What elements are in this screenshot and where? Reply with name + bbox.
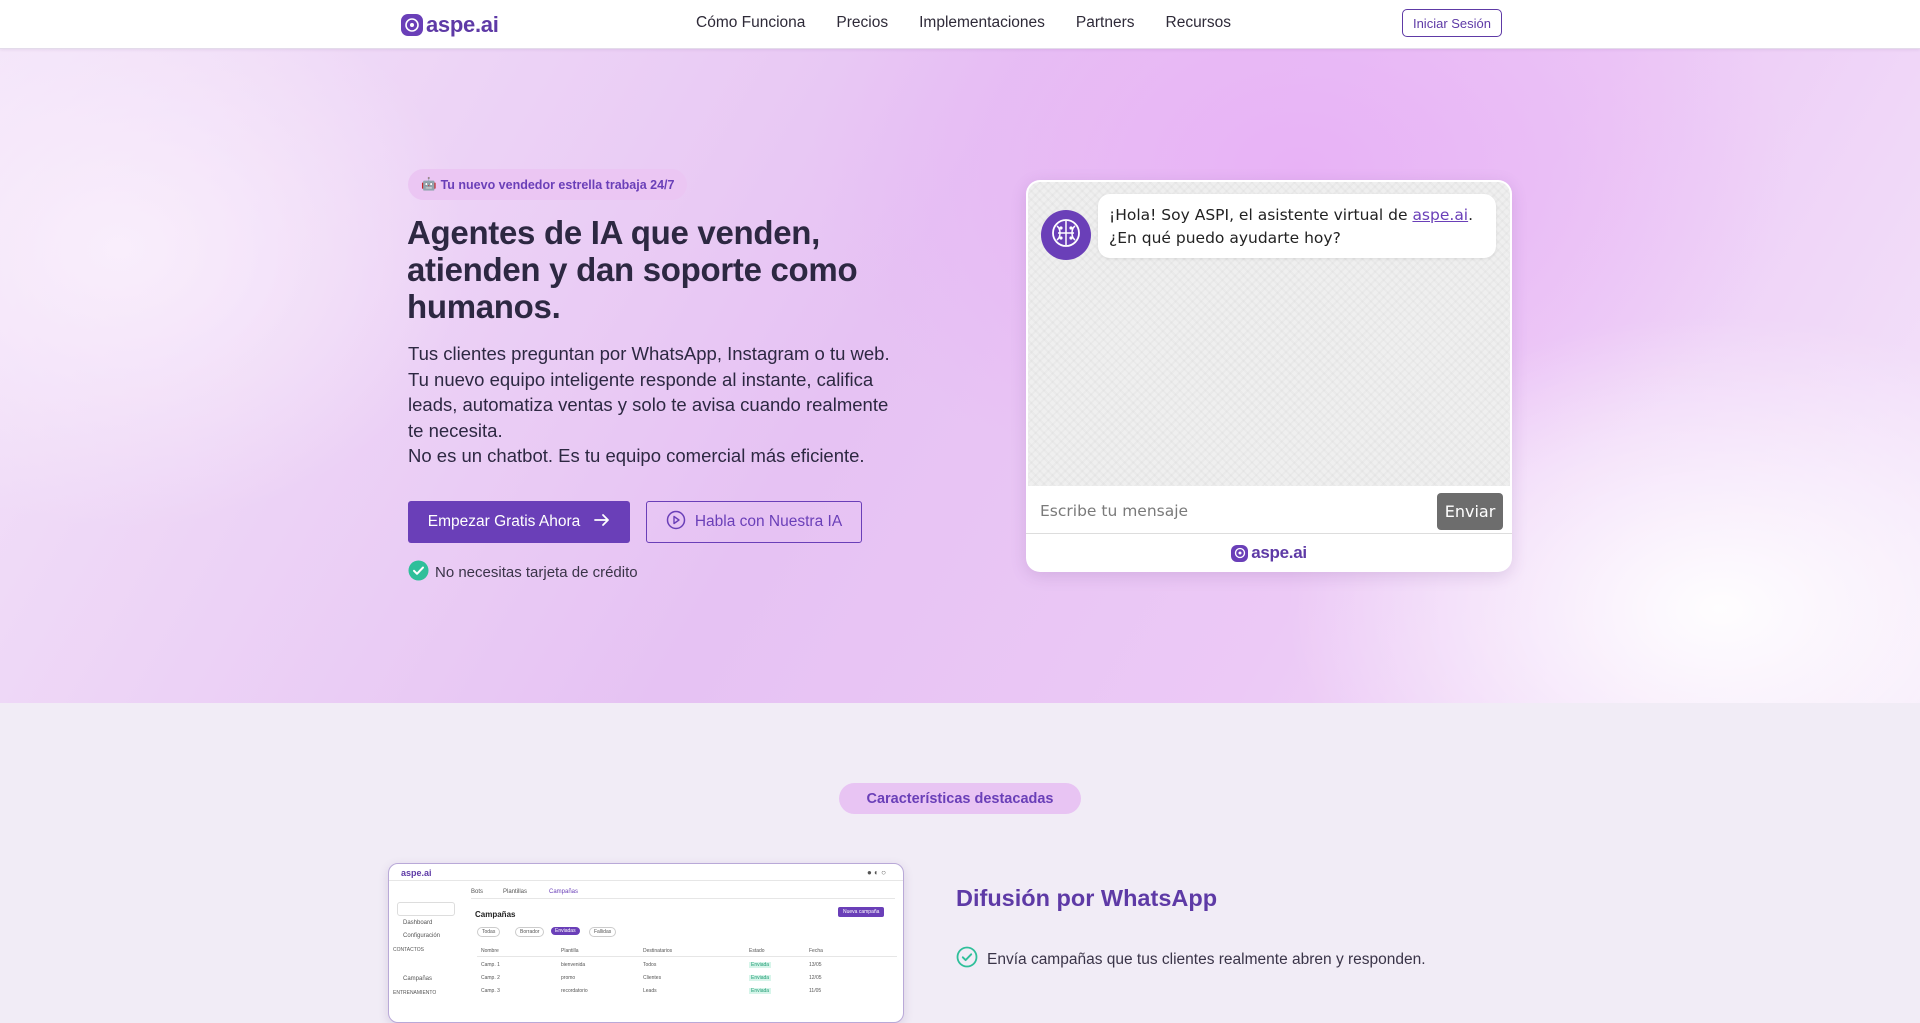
- mockup-side-item-dashboard: Dashboard: [403, 920, 433, 926]
- mockup-cell: Clientes: [643, 975, 662, 981]
- start-free-button-label: Empezar Gratis Ahora: [427, 513, 581, 530]
- brain-logo-icon: [401, 14, 423, 36]
- bot-avatar: [1041, 210, 1091, 260]
- mockup-filter-failed: Fallidas: [589, 927, 617, 937]
- mockup-tabs-divider: [471, 898, 895, 899]
- check-circle-outline-icon: [956, 946, 978, 973]
- mockup-page-title: Campañas: [475, 910, 516, 919]
- mockup-cell: 12/05: [809, 975, 822, 981]
- mockup-cell: recordatorio: [561, 988, 588, 994]
- no-card-text: No necesitas tarjeta de crédito: [435, 564, 638, 581]
- login-button[interactable]: Iniciar Sesión: [1402, 9, 1502, 37]
- mockup-cell: Camp. 2: [481, 975, 500, 981]
- talk-to-ai-button-label: Habla con Nuestra IA: [694, 513, 843, 530]
- chat-footer-logo-text: aspe.ai: [1251, 543, 1307, 562]
- start-free-button[interactable]: Empezar Gratis Ahora: [408, 501, 630, 543]
- play-circle-icon: [666, 510, 686, 535]
- mockup-table-divider: [477, 956, 897, 957]
- mockup-cell: Camp. 1: [481, 962, 500, 968]
- arrow-right-icon: [594, 513, 610, 532]
- chat-messages-area: ¡Hola! Soy ASPI, el asistente virtual de…: [1028, 182, 1510, 486]
- features-section: Características destacadas aspe.ai ● ◐ ○…: [0, 703, 1920, 1023]
- mockup-cell: Todos: [643, 962, 657, 968]
- dashboard-mockup-image: aspe.ai ● ◐ ○ Bots Plantillas Campañas D…: [388, 863, 904, 1023]
- send-button[interactable]: Enviar: [1437, 493, 1503, 530]
- nav-link-como-funciona[interactable]: Cómo Funciona: [696, 14, 805, 32]
- mockup-col-recipients: Destinatarios: [643, 948, 673, 954]
- mockup-filter-sent: Enviadas: [551, 927, 580, 935]
- hero-badge: 🤖 Tu nuevo vendedor estrella trabaja 24/…: [408, 169, 688, 200]
- hero-subtitle-line2: No es un chatbot. Es tu equipo comercial…: [408, 445, 865, 466]
- mockup-filter-draft: Borrador: [515, 927, 545, 937]
- chat-message-input[interactable]: [1038, 494, 1432, 528]
- nav-link-precios[interactable]: Precios: [836, 14, 888, 32]
- hero-title: Agentes de IA que venden, atienden y dan…: [407, 214, 858, 325]
- mockup-cell-status: Enviada: [749, 962, 772, 968]
- chat-input-row: Enviar: [1026, 486, 1512, 534]
- brain-icon: [1049, 216, 1083, 255]
- mockup-logo: aspe.ai: [401, 868, 432, 878]
- brain-logo-icon: [1231, 544, 1249, 562]
- chat-footer-logo[interactable]: aspe.ai: [1231, 543, 1307, 563]
- mockup-cell-status: Enviada: [749, 975, 772, 981]
- mockup-cell: 13/05: [809, 962, 822, 968]
- mockup-org-selector: [397, 902, 455, 916]
- no-card-note: No necesitas tarjeta de crédito: [408, 560, 638, 585]
- chat-footer: aspe.ai: [1026, 534, 1512, 572]
- bot-message-bubble: ¡Hola! Soy ASPI, el asistente virtual de…: [1098, 194, 1496, 258]
- nav-links: Cómo Funciona Precios Implementaciones P…: [696, 14, 1231, 32]
- mockup-header-divider: [389, 880, 903, 881]
- feature-title: Difusión por WhatsApp: [956, 885, 1218, 911]
- mockup-cell: bienvenida: [561, 962, 586, 968]
- bot-message-text: ¡Hola! Soy ASPI, el asistente virtual de: [1109, 206, 1413, 224]
- mockup-side-section-contacts: CONTACTOS: [393, 947, 424, 953]
- check-circle-icon: [408, 560, 429, 585]
- mockup-filter-all: Todas: [477, 927, 501, 937]
- mockup-cell: Leads: [643, 988, 657, 994]
- mockup-col-name: Nombre: [481, 948, 499, 954]
- feature-list-item: Envía campañas que tus clientes realment…: [956, 946, 1426, 973]
- mockup-side-item-config: Configuración: [403, 933, 441, 939]
- mockup-col-template: Plantilla: [561, 948, 579, 954]
- nav-link-implementaciones[interactable]: Implementaciones: [919, 14, 1045, 32]
- mockup-col-date: Fecha: [809, 948, 823, 954]
- feature-list-item-text: Envía campañas que tus clientes realment…: [987, 950, 1426, 968]
- nav-link-recursos[interactable]: Recursos: [1166, 14, 1231, 32]
- mockup-header-icons: ● ◐ ○: [867, 868, 886, 877]
- hero-section: 🤖 Tu nuevo vendedor estrella trabaja 24/…: [0, 49, 1920, 703]
- hero-subtitle-line1: Tus clientes preguntan por WhatsApp, Ins…: [408, 343, 890, 441]
- mockup-cell: Camp. 3: [481, 988, 500, 994]
- brand-logo[interactable]: aspe.ai: [401, 12, 499, 38]
- mockup-tab-campanas: Campañas: [549, 889, 579, 895]
- aspe-ai-link[interactable]: aspe.ai: [1412, 206, 1468, 224]
- mockup-col-status: Estado: [749, 948, 765, 954]
- top-navbar: aspe.ai Cómo Funciona Precios Implementa…: [0, 0, 1920, 49]
- mockup-cell: 11/05: [809, 988, 822, 994]
- nav-link-partners[interactable]: Partners: [1076, 14, 1135, 32]
- mockup-tab-bots: Bots: [471, 889, 484, 895]
- brand-logo-text: aspe.ai: [426, 12, 499, 37]
- mockup-cell: promo: [561, 975, 576, 981]
- chat-widget: ¡Hola! Soy ASPI, el asistente virtual de…: [1026, 180, 1512, 572]
- robot-icon: 🤖: [421, 177, 437, 191]
- mockup-side-section-training: ENTRENAMIENTO: [393, 990, 437, 996]
- mockup-cell-status: Enviada: [749, 988, 772, 994]
- talk-to-ai-button[interactable]: Habla con Nuestra IA: [646, 501, 862, 543]
- mockup-new-campaign-button: Nueva campaña: [838, 907, 885, 917]
- hero-badge-text: Tu nuevo vendedor estrella trabaja 24/7: [440, 177, 675, 192]
- features-pill: Características destacadas: [839, 783, 1081, 814]
- mockup-side-item-campanas: Campañas: [403, 976, 433, 982]
- mockup-tab-plantillas: Plantillas: [503, 889, 528, 895]
- hero-subtitle: Tus clientes preguntan por WhatsApp, Ins…: [408, 341, 908, 469]
